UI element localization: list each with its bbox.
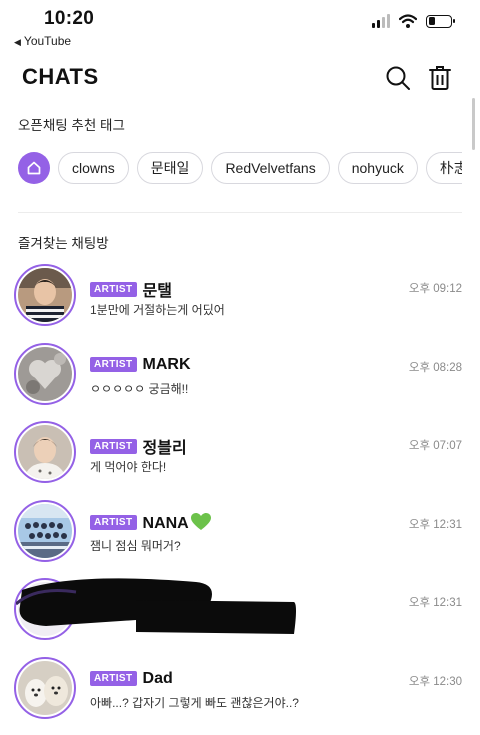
chat-name: 정블리 <box>143 434 187 458</box>
chat-name: MARK <box>143 356 191 374</box>
tag-chip[interactable]: 朴志晟 <box>426 152 462 184</box>
chat-time: 오후 12:30 <box>409 673 462 689</box>
avatar <box>14 500 76 562</box>
chat-row[interactable]: ARTIST MARK ㅇㅇㅇㅇㅇ 궁금해!! 오후 08:28 <box>0 343 480 422</box>
trash-icon <box>428 65 452 91</box>
status-bar: 10:20 ◀YouTube <box>0 0 480 50</box>
chat-name: NANA <box>143 513 211 533</box>
tag-chip[interactable]: clowns <box>58 152 129 184</box>
divider <box>18 212 462 213</box>
avatar-photo <box>18 504 72 558</box>
status-time: 10:20 <box>44 8 94 30</box>
chat-time: 오후 12:31 <box>409 594 462 610</box>
avatar-photo <box>18 347 72 401</box>
avatar <box>14 264 76 326</box>
chat-time: 오후 08:28 <box>409 359 462 375</box>
chat-preview: ㅇㅇㅇㅇㅇ 궁금해!! <box>90 380 188 397</box>
chat-preview: 게 먹어야 한다! <box>90 458 166 475</box>
chat-row[interactable]: ARTIST 정블리 게 먹어야 한다! 오후 07:07 <box>0 421 480 500</box>
artist-badge: ARTIST <box>90 439 137 454</box>
chat-time: 오후 12:31 <box>409 516 462 532</box>
avatar-photo <box>18 268 72 322</box>
redaction-scribble <box>16 576 296 636</box>
chat-row[interactable]: ARTIST Dad 아빠...? 갑자기 그렇게 빠도 괜찮은거야..? 오후… <box>0 657 480 735</box>
delete-button[interactable] <box>424 62 456 94</box>
battery-icon <box>426 15 452 28</box>
chat-time: 오후 09:12 <box>409 280 462 296</box>
back-app-label: YouTube <box>24 34 71 48</box>
chat-row[interactable]: ARTIST NANA 잼니 점심 뭐머거? 오후 12:31 <box>0 500 480 579</box>
avatar-photo <box>18 425 72 479</box>
home-icon <box>26 160 42 176</box>
tag-chip[interactable]: RedVelvetfans <box>211 152 329 184</box>
recommended-tags-row[interactable]: clowns 문태일 RedVelvetfans nohyuck 朴志晟 <box>18 151 462 187</box>
home-tag-button[interactable] <box>18 152 50 184</box>
search-icon <box>385 65 411 91</box>
avatar <box>14 343 76 405</box>
status-icons <box>372 14 452 28</box>
artist-badge: ARTIST <box>90 357 137 372</box>
avatar <box>14 657 76 719</box>
page-title: CHATS <box>22 64 99 90</box>
chat-row[interactable]: ARTIST 문탤 1분만에 거절하는게 어딨어 오후 09:12 <box>0 264 480 343</box>
chat-name: 문탤 <box>143 277 172 301</box>
wifi-icon <box>399 14 417 28</box>
tag-chip[interactable]: nohyuck <box>338 152 418 184</box>
scrollbar[interactable] <box>472 98 475 150</box>
search-button[interactable] <box>382 62 414 94</box>
tag-chip[interactable]: 문태일 <box>137 152 204 184</box>
chat-preview: 잼니 점심 뭐머거? <box>90 537 181 554</box>
avatar <box>14 421 76 483</box>
chat-name-text: NANA <box>143 515 189 532</box>
artist-badge: ARTIST <box>90 671 137 686</box>
chat-time: 오후 07:07 <box>409 437 462 453</box>
back-arrow-icon: ◀ <box>14 37 21 47</box>
recommended-tags-title: 오픈채팅 추천 태그 <box>18 114 125 134</box>
chat-preview: 아빠...? 갑자기 그렇게 빠도 괜찮은거야..? <box>90 694 299 711</box>
green-heart-icon <box>191 515 211 532</box>
chat-preview: 1분만에 거절하는게 어딨어 <box>90 301 225 318</box>
artist-badge: ARTIST <box>90 515 137 530</box>
artist-badge: ARTIST <box>90 282 137 297</box>
favorite-chats-title: 즐겨찾는 채팅방 <box>18 232 109 252</box>
chat-name: Dad <box>143 670 173 688</box>
chat-list: ARTIST 문탤 1분만에 거절하는게 어딨어 오후 09:12 ARTIST… <box>0 264 480 735</box>
signal-icon <box>372 14 390 28</box>
back-to-app-link[interactable]: ◀YouTube <box>14 34 71 48</box>
avatar-photo <box>18 661 72 715</box>
app-header: CHATS <box>0 58 480 98</box>
